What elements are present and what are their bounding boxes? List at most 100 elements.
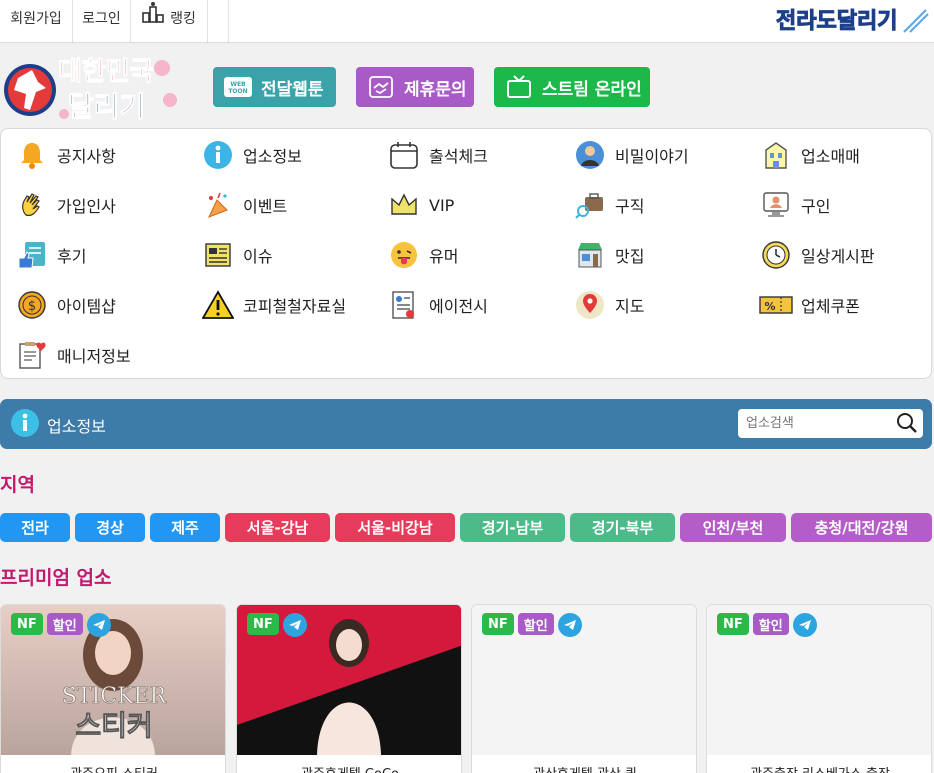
- menu-item-notice[interactable]: 공지사항: [15, 137, 116, 173]
- menu-item-issue[interactable]: 이슈: [201, 237, 272, 273]
- menu-item-restaurant[interactable]: 맛집: [573, 237, 644, 273]
- partnership-button[interactable]: 제휴문의: [356, 67, 474, 107]
- premium-card[interactable]: STICKER 스티커 NF 할인 광주오피 스티커: [0, 604, 226, 773]
- webtoon-button[interactable]: WEB TOON 전달웹툰: [213, 67, 336, 107]
- svg-text:스티커: 스티커: [75, 709, 152, 742]
- menu-item-label: 업소매매: [801, 147, 860, 166]
- premium-card[interactable]: NF 할인 광산휴게텔 광산 퀸: [471, 604, 697, 773]
- menu-item-job-offer[interactable]: 구인: [759, 187, 830, 223]
- region-button-gyeonggi-south[interactable]: 경기-남부: [460, 513, 565, 542]
- newspaper-icon: [201, 238, 235, 272]
- menu-item-archive[interactable]: 코피철철자료실: [201, 287, 346, 323]
- login-link[interactable]: 로그인: [73, 0, 131, 42]
- telegram-icon[interactable]: [557, 613, 582, 637]
- premium-card[interactable]: NF 할인 광주출장 리스베가스 출장: [706, 604, 932, 773]
- svg-text:WEB: WEB: [230, 81, 246, 88]
- ranking-link[interactable]: 랭킹: [131, 0, 208, 42]
- svg-text:TOON: TOON: [228, 88, 247, 95]
- party-popper-icon: [201, 188, 235, 222]
- nf-badge: NF: [717, 613, 749, 635]
- menu-item-label: 후기: [57, 247, 87, 266]
- review-thumb-icon: [15, 238, 49, 272]
- person-icon: [573, 138, 607, 172]
- menu-item-label: 코피철철자료실: [243, 297, 347, 316]
- svg-text:대한민국: 대한민국: [58, 57, 154, 87]
- region-button-incheon-bucheon[interactable]: 인천/부천: [680, 513, 786, 542]
- menu-item-humor[interactable]: 유머: [387, 237, 458, 273]
- menu-item-label: 매니저정보: [57, 347, 131, 366]
- svg-text:$: $: [28, 299, 36, 314]
- menu-item-agency[interactable]: 에이전시: [387, 287, 488, 323]
- stream-online-button[interactable]: 스트림 온라인: [494, 67, 650, 107]
- bell-icon: [15, 138, 49, 172]
- menu-item-manager-info[interactable]: 매니저정보: [15, 337, 131, 373]
- card-badges: NF 할인: [717, 613, 817, 637]
- nf-badge: NF: [247, 613, 279, 635]
- site-brand-logo[interactable]: 전라도달리기: [776, 2, 930, 36]
- telegram-icon[interactable]: [86, 613, 111, 637]
- shop-search-input[interactable]: [746, 413, 891, 434]
- menu-item-label: 가입인사: [57, 197, 116, 216]
- menu-item-label: 이벤트: [243, 197, 288, 216]
- menu-item-shop-info[interactable]: 업소정보: [201, 137, 302, 173]
- sale-badge: 할인: [46, 613, 83, 635]
- site-logo[interactable]: 대한민국 달리기: [2, 48, 180, 124]
- top-bar: 회원가입 로그인 랭킹 전라도달리기: [0, 0, 934, 43]
- menu-item-attendance[interactable]: 출석체크: [387, 137, 488, 173]
- card-badges: NF 할인: [482, 613, 582, 637]
- svg-text:STICKER: STICKER: [62, 684, 168, 709]
- menu-item-label: 공지사항: [57, 147, 116, 166]
- section-bar: 업소정보: [0, 399, 932, 449]
- podium-icon: [142, 0, 164, 38]
- section-title: 업소정보: [47, 417, 106, 436]
- calendar-icon: [387, 138, 421, 172]
- tv-icon: [504, 74, 534, 100]
- svg-text:전라도달리기: 전라도달리기: [776, 9, 897, 34]
- search-icon[interactable]: [896, 412, 918, 438]
- region-button-jeolla[interactable]: 전라: [0, 513, 70, 542]
- menu-item-item-shop[interactable]: $ 아이템샵: [15, 287, 116, 323]
- menu-item-label: 에이전시: [429, 297, 488, 316]
- menu-item-secret-story[interactable]: 비밀이야기: [573, 137, 689, 173]
- map-pin-icon: [573, 288, 607, 322]
- region-button-seoul-non-gangnam[interactable]: 서울-비강남: [335, 513, 455, 542]
- menu-item-label: 구인: [801, 197, 831, 216]
- telegram-icon[interactable]: [792, 613, 817, 637]
- briefcase-search-icon: [573, 188, 607, 222]
- menu-item-shop-trade[interactable]: 업소매매: [759, 137, 860, 173]
- clock-icon: [759, 238, 793, 272]
- signup-link[interactable]: 회원가입: [0, 0, 73, 42]
- telegram-icon[interactable]: [282, 613, 307, 637]
- menu-item-label: 업소정보: [243, 147, 302, 166]
- info-icon: [201, 138, 235, 172]
- region-button-jeju[interactable]: 제주: [150, 513, 220, 542]
- webtoon-icon: WEB TOON: [223, 74, 253, 100]
- card-title: 광주휴게텔 CoCo: [237, 763, 461, 773]
- menu-item-label: 구직: [615, 197, 645, 216]
- region-button-chungcheong-daejeon-gangwon[interactable]: 충청/대전/강원: [791, 513, 932, 542]
- region-button-gyeonggi-north[interactable]: 경기-북부: [570, 513, 675, 542]
- building-icon: [759, 138, 793, 172]
- menu-item-review[interactable]: 후기: [15, 237, 86, 273]
- menu-item-map[interactable]: 지도: [573, 287, 644, 323]
- nf-badge: NF: [482, 613, 514, 635]
- menu-item-greeting[interactable]: 가입인사: [15, 187, 116, 223]
- region-button-gyeongsang[interactable]: 경상: [75, 513, 145, 542]
- menu-item-coupon[interactable]: % 업체쿠폰: [759, 287, 860, 323]
- menu-item-vip[interactable]: VIP: [387, 187, 454, 223]
- menu-item-event[interactable]: 이벤트: [201, 187, 287, 223]
- region-button-seoul-gangnam[interactable]: 서울-강남: [225, 513, 330, 542]
- menu-item-label: 아이템샵: [57, 297, 116, 316]
- card-badges: NF 할인: [11, 613, 111, 637]
- document-person-icon: [387, 288, 421, 322]
- tongue-emoji-icon: [387, 238, 421, 272]
- ranking-label: 랭킹: [170, 11, 196, 27]
- menu-item-label: 일상게시판: [801, 247, 875, 266]
- partnership-label: 제휴문의: [404, 79, 467, 100]
- menu-item-daily-board[interactable]: 일상게시판: [759, 237, 875, 273]
- premium-card[interactable]: NF 광주휴게텔 CoCo: [236, 604, 462, 773]
- menu-item-label: 유머: [429, 247, 459, 266]
- menu-item-job-seeking[interactable]: 구직: [573, 187, 644, 223]
- store-icon: [573, 238, 607, 272]
- warning-icon: [201, 288, 235, 322]
